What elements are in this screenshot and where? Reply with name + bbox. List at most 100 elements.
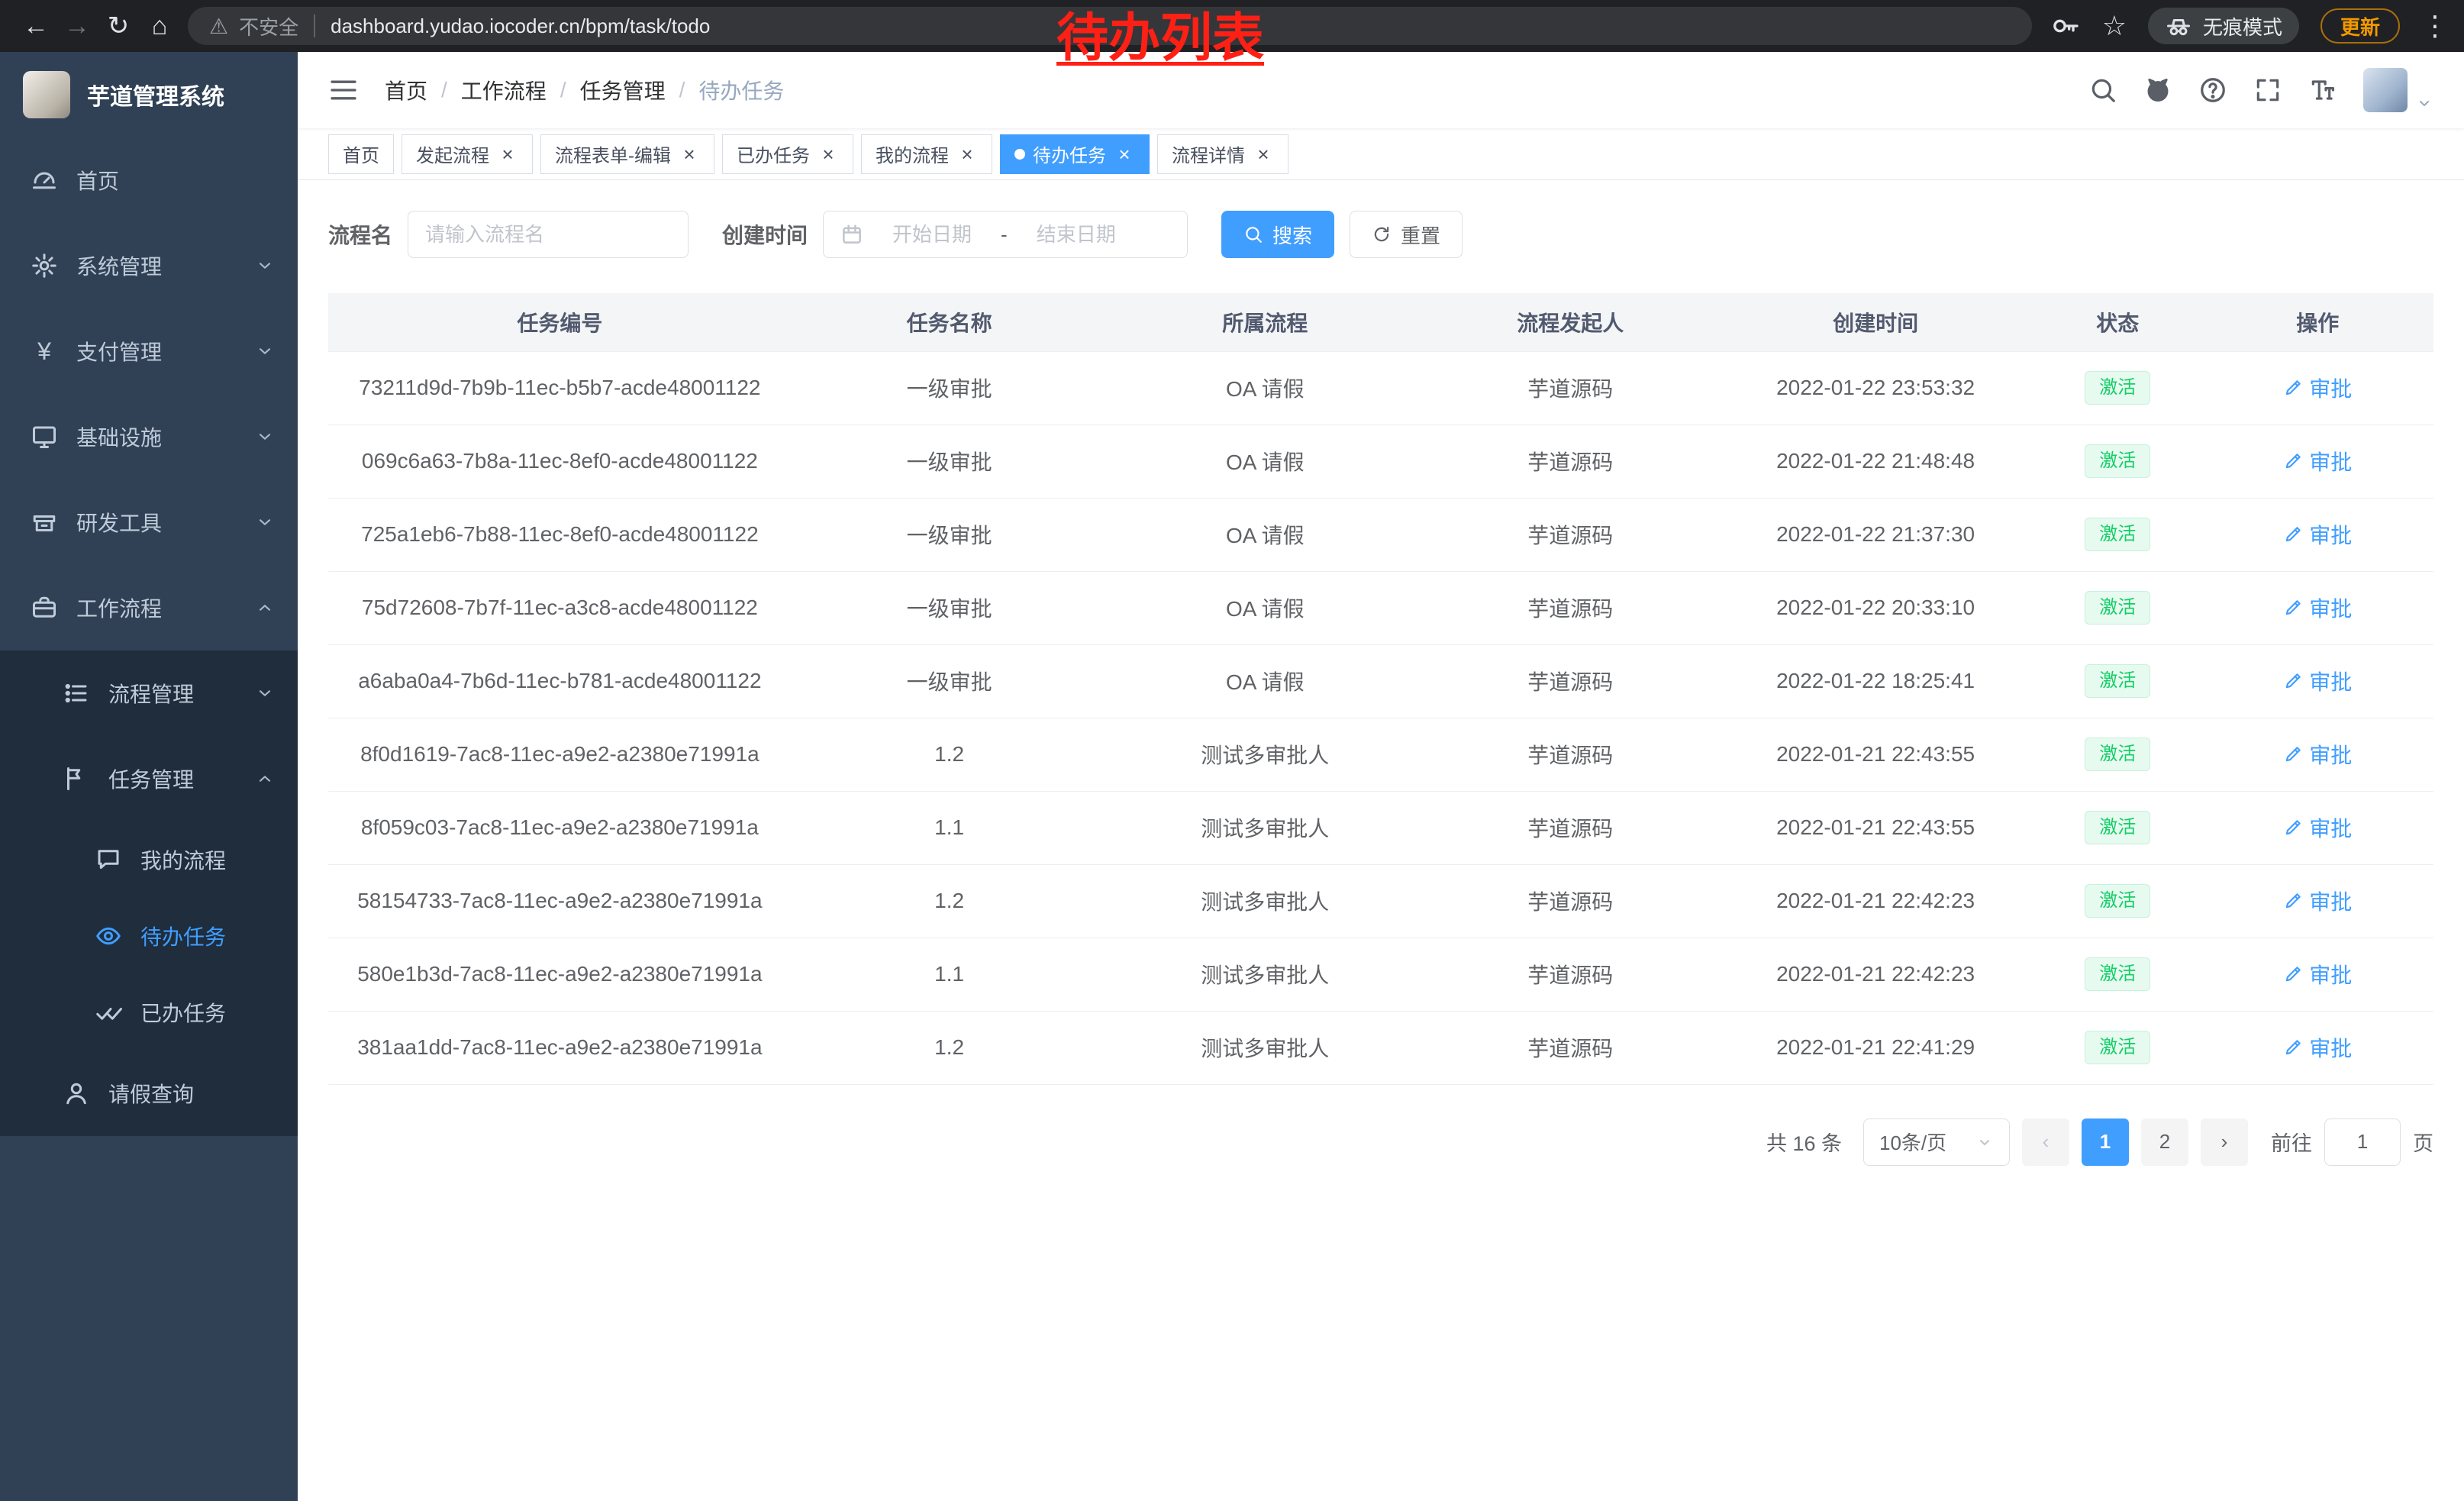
approve-link[interactable]: 审批 — [2283, 812, 2352, 843]
browser-back-icon[interactable]: ← — [15, 5, 56, 47]
cell-process: 测试多审批人 — [1107, 1011, 1423, 1084]
help-icon[interactable] — [2198, 76, 2227, 105]
sidebar-item-infrastructure[interactable]: 基础设施 — [0, 394, 298, 479]
cell-status: 激活 — [2033, 571, 2202, 644]
todo-task-page: 流程名 创建时间 - 搜索 重置 — [298, 180, 2464, 1501]
next-page-button[interactable]: › — [2201, 1118, 2248, 1166]
table-row: a6aba0a4-7b6d-11ec-b781-acde48001122一级审批… — [328, 644, 2433, 718]
reset-button[interactable]: 重置 — [1350, 211, 1463, 258]
user-menu[interactable] — [2363, 68, 2433, 112]
app-logo[interactable]: 芋道管理系统 — [0, 52, 298, 137]
edit-icon — [2283, 964, 2303, 984]
close-icon[interactable]: × — [1114, 144, 1135, 165]
user-icon — [63, 1080, 90, 1107]
sidebar-item-label: 首页 — [76, 165, 275, 195]
page-button-1[interactable]: 1 — [2082, 1118, 2129, 1166]
tab-process-detail[interactable]: 流程详情× — [1157, 134, 1288, 174]
start-date-input[interactable] — [871, 223, 993, 247]
approve-link[interactable]: 审批 — [2283, 959, 2352, 989]
password-key-icon[interactable] — [2050, 11, 2081, 41]
approve-link[interactable]: 审批 — [2283, 519, 2352, 550]
cell-starter: 芋道源码 — [1423, 791, 1717, 864]
approve-link[interactable]: 审批 — [2283, 592, 2352, 623]
column-header: 任务编号 — [328, 293, 792, 351]
github-icon[interactable] — [2143, 76, 2172, 105]
process-name-input[interactable] — [425, 223, 671, 247]
update-button[interactable]: 更新 — [2320, 8, 2400, 44]
approve-link[interactable]: 审批 — [2283, 373, 2352, 403]
bookmark-star-icon[interactable]: ☆ — [2102, 10, 2127, 42]
approve-link[interactable]: 审批 — [2283, 739, 2352, 770]
tab-done-tasks[interactable]: 已办任务× — [722, 134, 853, 174]
approve-link[interactable]: 审批 — [2283, 1032, 2352, 1063]
sidebar-item-system-management[interactable]: 系统管理 — [0, 223, 298, 308]
sidebar-collapse-icon[interactable] — [328, 75, 359, 105]
address-divider — [314, 15, 315, 37]
pagination: 共 16 条 10条/页 ‹ 12 › 前往 页 — [328, 1118, 2433, 1166]
approve-link[interactable]: 审批 — [2283, 446, 2352, 476]
annotation-overlay: 待办列表 — [1056, 12, 1264, 64]
sidebar-item-done-tasks[interactable]: 已办任务 — [0, 974, 298, 1051]
fullscreen-icon[interactable] — [2253, 76, 2282, 105]
goto-page-field[interactable] — [2324, 1118, 2401, 1166]
cell-task-id: 725a1eb6-7b88-11ec-8ef0-acde48001122 — [328, 498, 792, 571]
toolbox-icon — [31, 508, 58, 536]
close-icon[interactable]: × — [818, 144, 839, 165]
approve-link[interactable]: 审批 — [2283, 886, 2352, 916]
breadcrumb-item[interactable]: 任务管理 — [580, 75, 666, 105]
yen-icon: ¥ — [31, 337, 58, 365]
browser-home-icon[interactable]: ⌂ — [139, 5, 180, 47]
prev-page-button[interactable]: ‹ — [2022, 1118, 2069, 1166]
sidebar-item-payment-management[interactable]: ¥ 支付管理 — [0, 308, 298, 394]
tab-start-process[interactable]: 发起流程× — [402, 134, 533, 174]
font-size-icon[interactable] — [2308, 76, 2337, 105]
search-button-label: 搜索 — [1272, 221, 1312, 249]
approve-link-label: 审批 — [2309, 739, 2352, 770]
cell-task-id: 73211d9d-7b9b-11ec-b5b7-acde48001122 — [328, 351, 792, 424]
goto-page-input[interactable] — [2325, 1130, 2400, 1154]
tab-todo-tasks[interactable]: 待办任务× — [1000, 134, 1150, 174]
close-icon[interactable]: × — [1253, 144, 1274, 165]
table-header: 任务编号任务名称所属流程流程发起人创建时间状态操作 — [328, 293, 2433, 351]
page-size-select[interactable]: 10条/页 — [1863, 1118, 2010, 1166]
sidebar-item-todo-tasks[interactable]: 待办任务 — [0, 898, 298, 974]
chevron-down-icon — [255, 256, 275, 276]
tab-home[interactable]: 首页 — [328, 134, 394, 174]
sidebar-item-leave-query[interactable]: 请假查询 — [0, 1051, 298, 1136]
sidebar-item-process-management[interactable]: 流程管理 — [0, 650, 298, 736]
date-range-picker[interactable]: - — [823, 211, 1188, 258]
close-icon[interactable]: × — [679, 144, 700, 165]
close-icon[interactable]: × — [497, 144, 518, 165]
breadcrumb-item[interactable]: 首页 — [385, 75, 427, 105]
close-icon[interactable]: × — [956, 144, 978, 165]
sidebar-item-dev-tools[interactable]: 研发工具 — [0, 479, 298, 565]
sidebar-item-label: 支付管理 — [76, 336, 237, 366]
end-date-input[interactable] — [1015, 223, 1137, 247]
browser-reload-icon[interactable]: ↻ — [98, 5, 139, 47]
search-icon — [1243, 224, 1263, 244]
sidebar-item-home[interactable]: 首页 — [0, 137, 298, 223]
tab-process-form-edit[interactable]: 流程表单-编辑× — [540, 134, 714, 174]
incognito-label: 无痕模式 — [2203, 12, 2282, 40]
approve-link[interactable]: 审批 — [2283, 666, 2352, 696]
sidebar-item-my-process[interactable]: 我的流程 — [0, 822, 298, 898]
cell-process: 测试多审批人 — [1107, 791, 1423, 864]
cell-task-id: 8f059c03-7ac8-11ec-a9e2-a2380e71991a — [328, 791, 792, 864]
approve-link-label: 审批 — [2309, 666, 2352, 696]
browser-forward-icon[interactable]: → — [56, 5, 98, 47]
browser-menu-icon[interactable]: ⋮ — [2421, 10, 2449, 42]
search-button[interactable]: 搜索 — [1221, 211, 1334, 258]
status-badge: 激活 — [2085, 811, 2150, 844]
status-badge: 激活 — [2085, 1031, 2150, 1064]
cell-action: 审批 — [2202, 351, 2433, 424]
sidebar-item-workflow[interactable]: 工作流程 — [0, 565, 298, 650]
tab-my-process[interactable]: 我的流程× — [861, 134, 992, 174]
breadcrumb-item[interactable]: 工作流程 — [461, 75, 547, 105]
gear-icon — [31, 252, 58, 279]
breadcrumb: 首页/工作流程/任务管理/待办任务 — [385, 75, 784, 105]
page-button-2[interactable]: 2 — [2141, 1118, 2188, 1166]
process-name-field[interactable] — [408, 211, 689, 258]
sidebar-item-task-management[interactable]: 任务管理 — [0, 736, 298, 822]
cell-starter: 芋道源码 — [1423, 644, 1717, 718]
search-icon[interactable] — [2088, 76, 2117, 105]
